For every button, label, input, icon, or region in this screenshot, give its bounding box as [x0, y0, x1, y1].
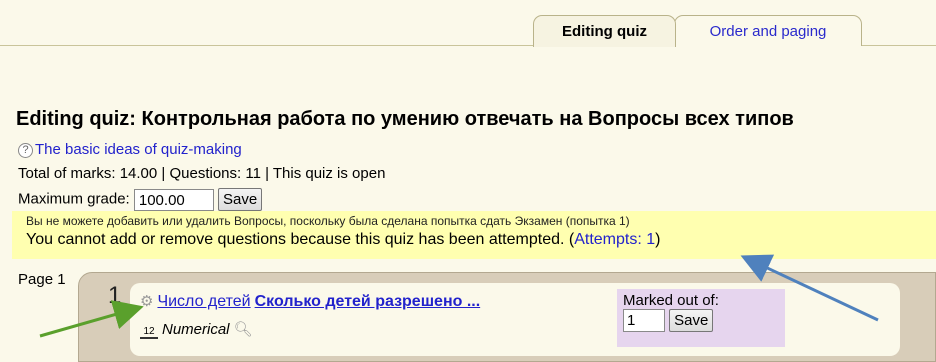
tab-order-and-paging[interactable]: Order and paging [674, 15, 862, 46]
tab-editing-quiz[interactable]: Editing quiz [533, 15, 676, 47]
blue-arrow [740, 254, 879, 322]
annotation-arrows [39, 254, 879, 338]
green-arrow [39, 300, 144, 338]
